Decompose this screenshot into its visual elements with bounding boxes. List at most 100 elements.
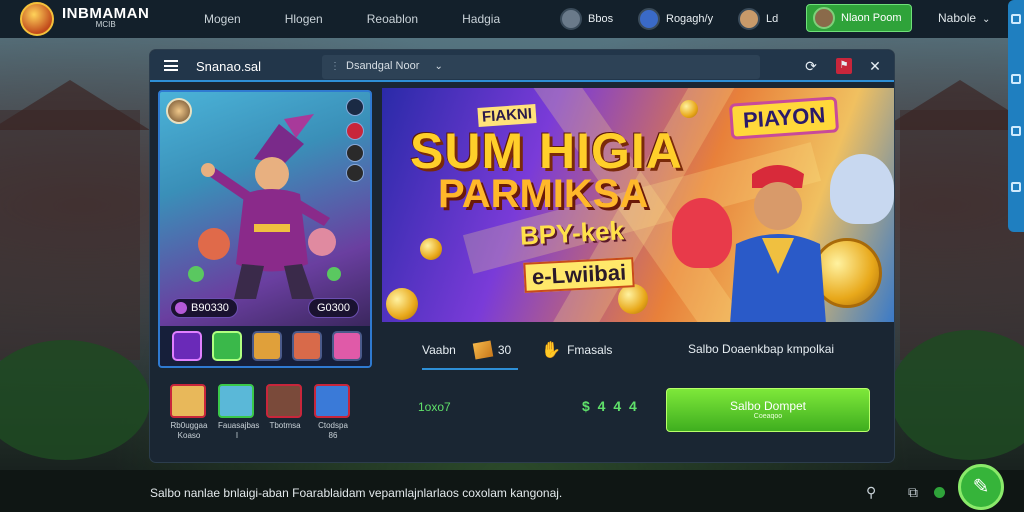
box-icon	[472, 340, 494, 360]
nav-link-3[interactable]: Reoablon	[367, 12, 418, 26]
wallet-button[interactable]: Salbo Dompet Coeaqoo	[666, 388, 870, 432]
item-tile[interactable]	[172, 331, 202, 361]
login-button[interactable]: Nlaon Poom	[806, 4, 912, 32]
box-count: 30	[497, 343, 512, 357]
thumbnail-image	[218, 384, 254, 418]
card-stat-right-value: G0300	[317, 302, 351, 314]
brand[interactable]: INBMAMAN MCIB	[20, 2, 190, 36]
wallet-button-label: Salbo Dompet	[729, 399, 807, 413]
banner-badge: PIAYON	[728, 96, 840, 140]
rail-icon[interactable]	[1011, 74, 1021, 84]
search-icon: ⋮	[330, 61, 340, 72]
chevron-down-icon: ⌄	[982, 14, 991, 25]
language-selector[interactable]: Nabole ⌄	[938, 11, 990, 25]
coin-icon	[386, 288, 418, 320]
gem-icon	[175, 302, 187, 314]
rail-icon[interactable]	[1011, 182, 1021, 192]
promo-banner[interactable]: FIAKNI SUM HIGIA PARMIKSA BPY-kek e-Lwii…	[382, 88, 894, 322]
thumbnail-image	[266, 384, 302, 418]
character-card[interactable]: B90330 G0300	[158, 90, 372, 368]
nav-user-label: Ld	[766, 13, 779, 25]
hand-label: Fmasals	[567, 343, 613, 357]
item-tile[interactable]	[252, 331, 282, 361]
background-house-right	[900, 110, 1024, 360]
coin-icon	[680, 100, 698, 118]
footer-bar: Salbo nanlae bnlaigi-aban Foarablaidam v…	[0, 470, 1024, 512]
card-stat-right: G0300	[308, 298, 360, 318]
avatar[interactable]	[166, 98, 192, 124]
top-navigation-bar: INBMAMAN MCIB Mogen Hlogen Reoablon Hadg…	[0, 0, 1024, 38]
nav-link-1[interactable]: Mogen	[204, 12, 241, 26]
card-action-icon[interactable]	[346, 122, 364, 140]
panel-search-input[interactable]: ⋮ Dsandgal Noor ⌄	[322, 55, 760, 79]
nav-user-2[interactable]: Rogagh/y	[638, 8, 713, 30]
card-stat-left-value: B90330	[191, 302, 229, 314]
info-tab-underline	[422, 368, 518, 370]
banner-title-line-3: BPY-kek	[519, 215, 625, 251]
chat-button[interactable]: ✎	[958, 464, 1004, 510]
thumbnail-label: Ctodspa 86	[318, 421, 348, 440]
nav-user-label: Rogagh/y	[666, 13, 714, 25]
login-button-label: Nlaon Poom	[841, 12, 902, 24]
coin-icon	[420, 238, 442, 260]
hamburger-icon[interactable]	[164, 60, 178, 71]
hero-illustration	[730, 165, 826, 322]
rail-icon[interactable]	[1011, 126, 1021, 136]
refresh-icon[interactable]: ⟳	[803, 58, 819, 74]
hand-icon: ✋	[541, 342, 562, 359]
thumbnail-item[interactable]: Tbotmsa	[266, 384, 304, 441]
banner-title-line-2: PARMIKSA	[438, 172, 649, 216]
thumbnail-item[interactable]: Ctodspa 86	[314, 384, 352, 441]
avatar	[813, 7, 835, 29]
thumbnail-item[interactable]: Rb0uggaa Koaso	[170, 384, 208, 441]
background-house-left	[0, 110, 140, 360]
thumbnail-image	[314, 384, 350, 418]
wallet-button-sublabel: Coeaqoo	[753, 413, 783, 420]
coin-icon	[618, 284, 648, 314]
language-label: Nabole	[938, 11, 977, 25]
thumbnail-image	[170, 384, 206, 418]
nav-user-label: Bbos	[588, 13, 614, 25]
panel-title: Snanao.sal	[196, 59, 262, 74]
item-tile[interactable]	[332, 331, 362, 361]
item-strip	[160, 326, 370, 366]
thumbnail-label: Tbotmsa	[269, 421, 301, 430]
brand-logo	[20, 2, 54, 36]
card-stat-left: B90330	[170, 298, 238, 318]
flag-icon[interactable]: ⚑	[836, 58, 852, 74]
card-action-icon[interactable]	[346, 98, 364, 116]
banner-title-line-4: e-Lwiibai	[523, 257, 635, 293]
card-action-icon[interactable]	[346, 144, 364, 162]
main-panel: Snanao.sal ⋮ Dsandgal Noor ⌄ ⟳ ⚑ ✕ B9033…	[150, 50, 894, 462]
rail-icon[interactable]	[1011, 14, 1021, 24]
share-icon[interactable]: ⧉	[908, 484, 918, 501]
brand-name: INBMAMAN	[62, 5, 150, 22]
card-action-icon[interactable]	[346, 164, 364, 182]
search-icon[interactable]: ⚲	[866, 484, 876, 501]
avatar	[738, 8, 760, 30]
monster-illustration	[830, 154, 894, 224]
chevron-down-icon: ⌄	[434, 61, 443, 72]
item-tile[interactable]	[212, 331, 242, 361]
nav-link-4[interactable]: Hadgia	[462, 12, 500, 26]
avatar	[560, 8, 582, 30]
thumbnail-list: Rb0uggaa Koaso Fauasajbas I Tbotmsa Ctod…	[170, 384, 352, 441]
panel-search-value: Dsandgal Noor	[346, 60, 420, 72]
thumbnail-label: Fauasajbas I	[218, 421, 260, 440]
nav-user-3[interactable]: Ld	[738, 8, 778, 30]
thumbnail-label: Rb0uggaa Koaso	[170, 421, 208, 440]
close-icon[interactable]: ✕	[867, 58, 883, 74]
nav-link-2[interactable]: Hlogen	[285, 12, 323, 26]
background-roof-right	[880, 80, 1024, 130]
chat-icon: ✎	[972, 476, 990, 498]
item-tile[interactable]	[292, 331, 322, 361]
status-dot-icon	[934, 487, 945, 498]
info-tab-label[interactable]: Vaabn	[422, 343, 456, 357]
panel-header: Snanao.sal ⋮ Dsandgal Noor ⌄ ⟳ ⚑ ✕	[150, 50, 894, 82]
nav-user-1[interactable]: Bbos	[560, 8, 613, 30]
price-value: $ 4 4 4	[582, 398, 639, 414]
thumbnail-item[interactable]: Fauasajbas I	[218, 384, 260, 441]
side-rail[interactable]	[1008, 0, 1024, 232]
info-right-label: Salbo Doaenkbap kmpolkai	[688, 342, 835, 356]
character-illustration	[188, 114, 341, 299]
